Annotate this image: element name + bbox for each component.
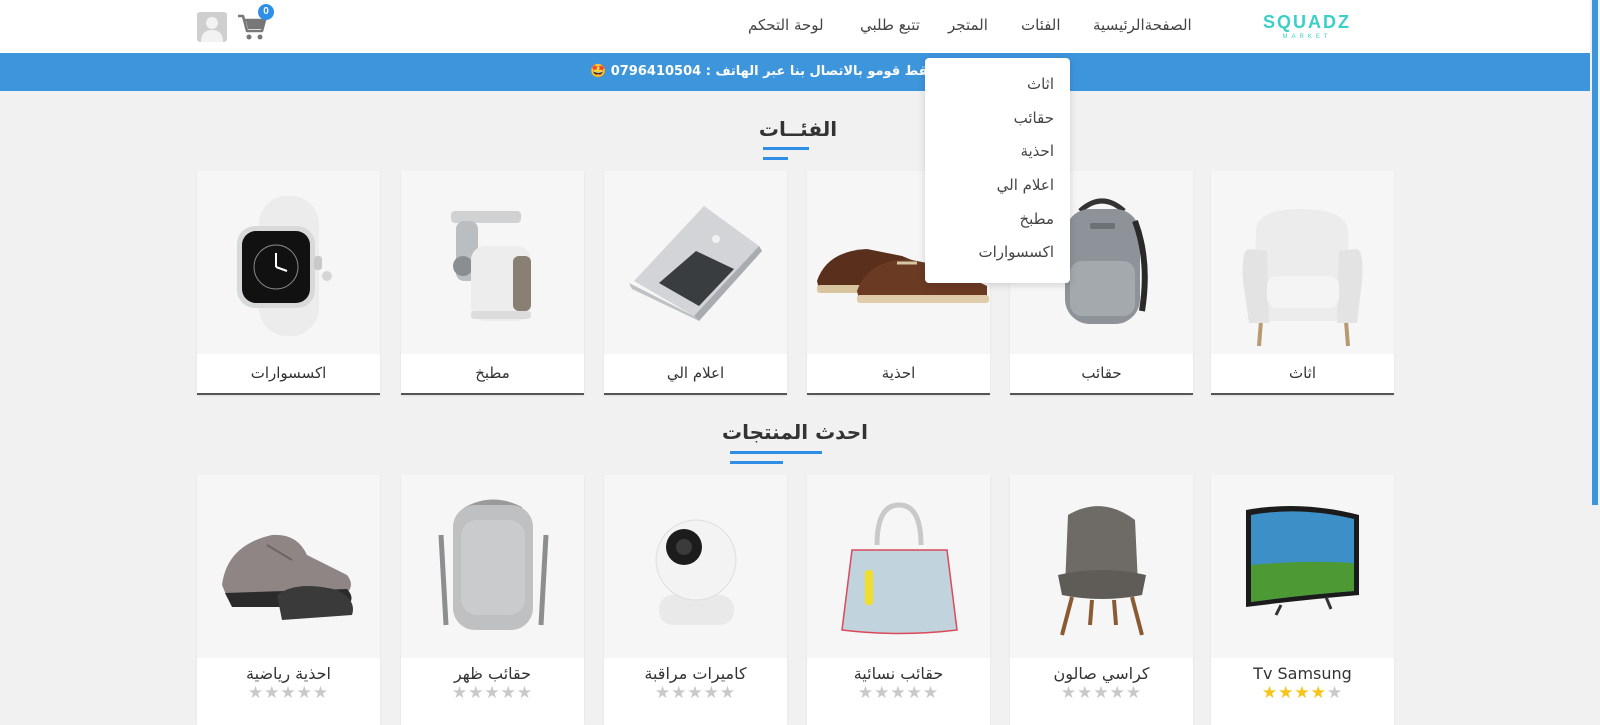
announcement-bar: ر الكتروني فقط قومو بالاتصال بنا عبر اله… — [0, 53, 1590, 91]
product-name[interactable]: كراسي صالون — [1010, 658, 1193, 683]
star-icon: ★ — [484, 683, 501, 703]
star-icon: ★ — [468, 683, 485, 703]
dropdown-item-furniture[interactable]: اثاث — [1027, 75, 1054, 93]
product-card[interactable]: حقائب ظهر ★★★★★ — [401, 475, 584, 725]
products-title-underline-short — [730, 461, 783, 464]
rating-stars: ★★★★★ — [401, 683, 584, 703]
star-icon: ★ — [922, 683, 940, 703]
star-icon: ★ — [890, 683, 907, 703]
nav-home[interactable]: الصفحةالرئيسية — [1093, 16, 1192, 34]
tv-image — [1211, 475, 1394, 658]
nav-track-order[interactable]: تتبع طلبي — [860, 16, 920, 34]
product-card[interactable]: كاميرات مراقبة ★★★★★ — [604, 475, 787, 725]
nav-dashboard[interactable]: لوحة التحكم — [748, 16, 824, 34]
star-icon: ★ — [264, 683, 281, 703]
category-label: مطبخ — [401, 354, 584, 393]
star-icon: ★ — [1060, 683, 1078, 703]
category-label: احذية — [807, 354, 990, 393]
dropdown-item-electronics[interactable]: اعلام الي — [997, 176, 1054, 194]
categories-title-underline-short — [763, 157, 788, 160]
cart-count-badge: 0 — [258, 4, 274, 20]
star-icon: ★ — [516, 683, 534, 703]
star-icon: ★ — [500, 683, 517, 703]
squadz-logo[interactable]: SQUADZ MARKET — [1250, 12, 1365, 40]
star-icon: ★ — [874, 683, 891, 703]
star-icon: ★ — [857, 683, 875, 703]
star-icon: ★ — [1278, 683, 1295, 703]
product-name[interactable]: احذية رياضية — [197, 658, 380, 683]
products-title: احدث المنتجات — [721, 420, 868, 444]
sneakers-image — [197, 475, 380, 658]
category-label: اكسسوارات — [197, 354, 380, 393]
rating-stars: ★★★★★ — [1211, 683, 1394, 703]
svg-text:MARKET: MARKET — [1282, 34, 1331, 40]
star-icon: ★ — [687, 683, 704, 703]
product-card[interactable]: كراسي صالون ★★★★★ — [1010, 475, 1193, 725]
categories-title: الفئــات — [758, 117, 838, 141]
product-name[interactable]: Tv Samsung — [1211, 658, 1394, 683]
category-label: حقائب — [1010, 354, 1193, 393]
star-icon: ★ — [1294, 683, 1311, 703]
star-icon: ★ — [671, 683, 688, 703]
product-name[interactable]: حقائب نسائية — [807, 658, 990, 683]
product-name[interactable]: كاميرات مراقبة — [604, 658, 787, 683]
category-card-furniture[interactable]: اثاث — [1211, 171, 1394, 395]
star-icon: ★ — [451, 683, 469, 703]
star-icon: ★ — [1261, 683, 1279, 703]
star-icon: ★ — [312, 683, 330, 703]
rating-stars: ★★★★★ — [1010, 683, 1193, 703]
star-icon: ★ — [296, 683, 313, 703]
category-label: اثاث — [1211, 354, 1394, 393]
lounge-chair-image — [1010, 475, 1193, 658]
product-card[interactable]: احذية رياضية ★★★★★ — [197, 475, 380, 725]
categories-title-underline — [763, 147, 809, 150]
star-icon: ★ — [1125, 683, 1143, 703]
star-icon: ★ — [1093, 683, 1110, 703]
star-icon: ★ — [719, 683, 737, 703]
products-title-underline — [730, 451, 822, 454]
product-card[interactable]: حقائب نسائية ★★★★★ — [807, 475, 990, 725]
product-name[interactable]: حقائب ظهر — [401, 658, 584, 683]
star-icon: ★ — [1326, 683, 1344, 703]
security-camera-image — [604, 475, 787, 658]
user-avatar-icon[interactable] — [197, 12, 227, 42]
category-card-kitchen[interactable]: مطبخ — [401, 171, 584, 395]
rating-stars: ★★★★★ — [197, 683, 380, 703]
page-scrollbar[interactable] — [1590, 0, 1600, 706]
category-card-accessories[interactable]: اكسسوارات — [197, 171, 380, 395]
dropdown-item-accessories[interactable]: اكسسوارات — [978, 243, 1054, 261]
categories-dropdown-menu: اثاث حقائب احذية اعلام الي مطبخ اكسسوارا… — [925, 58, 1070, 283]
star-icon: ★ — [1109, 683, 1126, 703]
backpack-gray-image — [401, 475, 584, 658]
nav-store[interactable]: المتجر — [948, 16, 988, 34]
dropdown-item-shoes[interactable]: احذية — [1020, 142, 1054, 160]
rating-stars: ★★★★★ — [604, 683, 787, 703]
category-card-electronics[interactable]: اعلام الي — [604, 171, 787, 395]
nav-categories[interactable]: الفئات — [1021, 16, 1061, 34]
star-icon: ★ — [906, 683, 923, 703]
star-icon: ★ — [247, 683, 265, 703]
product-card[interactable]: Tv Samsung ★★★★★ — [1211, 475, 1394, 725]
smartwatch-image — [197, 171, 380, 354]
meat-grinder-image — [401, 171, 584, 354]
star-icon: ★ — [1077, 683, 1094, 703]
laptop-image — [604, 171, 787, 354]
category-label: اعلام الي — [604, 354, 787, 393]
svg-text:SQUADZ: SQUADZ — [1263, 12, 1351, 32]
scrollbar-thumb[interactable] — [1592, 0, 1598, 505]
rating-stars: ★★★★★ — [807, 683, 990, 703]
star-icon: ★ — [654, 683, 672, 703]
top-navbar: SQUADZ MARKET الصفحةالرئيسية الفئات المت… — [0, 0, 1590, 53]
dropdown-item-kitchen[interactable]: مطبخ — [1019, 210, 1054, 228]
star-icon: ★ — [280, 683, 297, 703]
handbag-image — [807, 475, 990, 658]
armchair-image — [1211, 171, 1394, 354]
star-icon: ★ — [703, 683, 720, 703]
star-icon: ★ — [1310, 683, 1327, 703]
dropdown-item-bags[interactable]: حقائب — [1014, 109, 1054, 127]
